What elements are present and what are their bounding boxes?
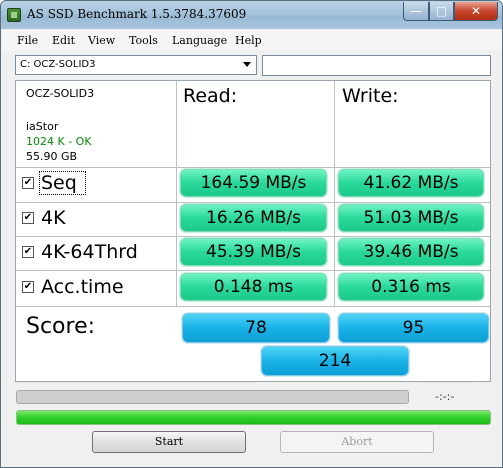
- minimize-button[interactable]: —: [403, 2, 429, 21]
- grid-divider: [16, 202, 490, 203]
- 4k-read-result: 16.26 MB/s: [180, 204, 327, 232]
- drive-alignment: 1024 K - OK: [26, 135, 92, 148]
- read-column-header: Read:: [183, 85, 238, 107]
- write-column-header: Write:: [342, 85, 399, 107]
- 4k64-label: 4K-64Thrd: [41, 241, 138, 263]
- 4k64-checkbox[interactable]: ✔: [22, 246, 34, 258]
- grid-divider: [176, 81, 177, 306]
- window-title: AS SSD Benchmark 1.5.3784.37609: [27, 7, 247, 21]
- grid-divider: [16, 270, 490, 271]
- grid-divider: [334, 81, 335, 306]
- acctime-checkbox[interactable]: ✔: [22, 281, 34, 293]
- 4k-write-result: 51.03 MB/s: [338, 204, 484, 232]
- menu-language[interactable]: Language: [172, 34, 227, 47]
- grid-divider: [16, 306, 490, 307]
- seq-checkbox[interactable]: ✔: [22, 177, 34, 189]
- acctime-label: Acc.time: [41, 276, 124, 298]
- grid-divider: [16, 167, 490, 168]
- score-label: Score:: [26, 314, 96, 339]
- close-button[interactable]: ✕: [454, 2, 498, 21]
- menu-bar: File Edit View Tools Language Help: [2, 30, 502, 50]
- menu-view[interactable]: View: [88, 34, 115, 47]
- menu-edit[interactable]: Edit: [52, 34, 75, 47]
- menu-tools[interactable]: Tools: [129, 34, 158, 47]
- drive-select-value: C: OCZ-SOLID3: [20, 59, 96, 70]
- start-button[interactable]: Start: [92, 431, 246, 453]
- drive-driver: iaStor: [26, 120, 59, 133]
- acctime-write-result: 0.316 ms: [338, 273, 484, 301]
- test-progress-bar: [16, 390, 409, 404]
- grid-divider: [16, 236, 490, 237]
- seq-write-result: 41.62 MB/s: [338, 169, 484, 197]
- seq-read-result: 164.59 MB/s: [180, 169, 327, 197]
- 4k-label: 4K: [41, 207, 66, 229]
- maximize-button[interactable]: □: [429, 2, 454, 21]
- score-read: 78: [182, 313, 330, 343]
- score-write: 95: [338, 313, 489, 343]
- 4k-checkbox[interactable]: ✔: [22, 212, 34, 224]
- chevron-down-icon: [243, 62, 251, 67]
- drive-select[interactable]: C: OCZ-SOLID3: [15, 55, 257, 75]
- abort-button[interactable]: Abort: [280, 431, 434, 453]
- score-total: 214: [261, 346, 409, 376]
- title-bar[interactable]: AS SSD Benchmark 1.5.3784.37609 — □ ✕: [1, 1, 502, 29]
- drive-name: OCZ-SOLID3: [26, 87, 95, 100]
- seq-label: Seq: [41, 172, 77, 194]
- 4k64-write-result: 39.46 MB/s: [338, 238, 484, 266]
- main-window: AS SSD Benchmark 1.5.3784.37609 — □ ✕ Fi…: [0, 0, 503, 468]
- elapsed-time: -:-:-: [435, 390, 455, 403]
- 4k64-read-result: 45.39 MB/s: [180, 238, 327, 266]
- app-icon: [7, 8, 21, 22]
- menu-help[interactable]: Help: [235, 34, 262, 47]
- info-text-field[interactable]: [262, 55, 491, 76]
- test-progress-fill: [17, 391, 408, 403]
- drive-size: 55.90 GB: [26, 150, 78, 163]
- total-progress-bar: [16, 410, 491, 425]
- menu-file[interactable]: File: [17, 34, 38, 47]
- acctime-read-result: 0.148 ms: [180, 273, 327, 301]
